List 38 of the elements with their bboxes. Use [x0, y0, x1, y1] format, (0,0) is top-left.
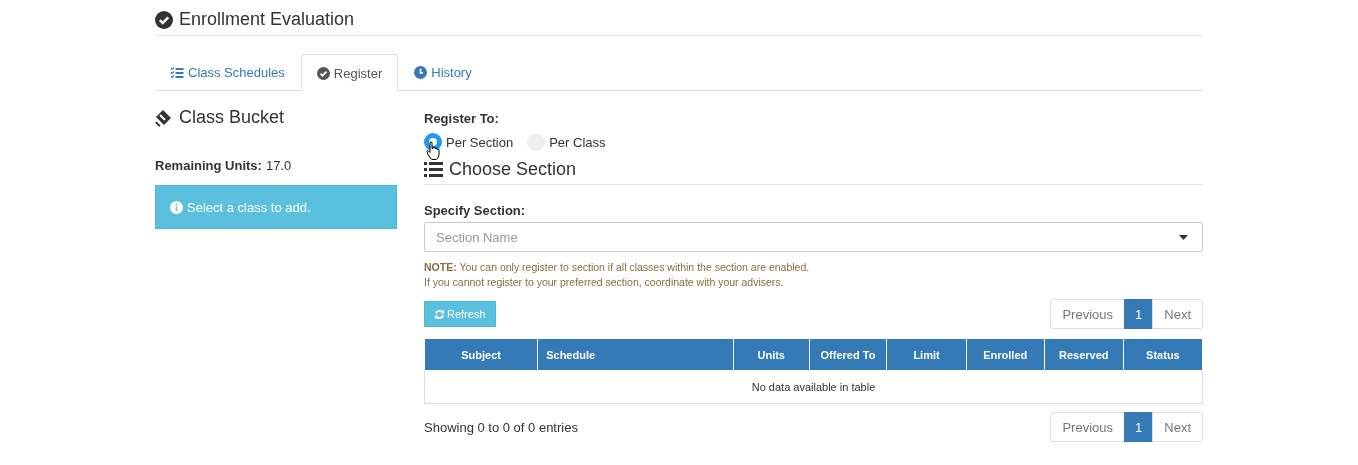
hand-cursor-icon [426, 141, 440, 160]
column-header: Subject [424, 338, 538, 371]
column-header: Status [1123, 338, 1203, 371]
column-header: Enrolled [966, 338, 1045, 371]
column-header: Schedule [537, 338, 734, 371]
tab[interactable]: History [398, 54, 488, 90]
tab[interactable]: Class Schedules [155, 54, 301, 90]
entries-info: Showing 0 to 0 of 0 entries [424, 419, 578, 435]
pagination-button[interactable]: 1 [1124, 412, 1154, 442]
dropdown-placeholder: Section Name [436, 229, 518, 245]
pagination-button[interactable]: 1 [1124, 299, 1154, 329]
page-title: Enrollment Evaluation [179, 9, 355, 30]
paint-bucket-icon [155, 108, 173, 127]
section-heading: Choose Section [449, 159, 577, 180]
remaining-units-value: 17.0 [265, 158, 292, 173]
check-circle-icon [155, 10, 173, 29]
column-header: Offered To [809, 338, 887, 371]
clock-icon [414, 66, 428, 79]
list-icon [424, 161, 443, 178]
remaining-units-label: Remaining Units: [155, 158, 262, 173]
section-dropdown[interactable]: Section Name [424, 222, 1203, 252]
note-text: If you cannot register to your preferred section, coordinate with your advisers. [424, 275, 785, 290]
tab[interactable]: Register [300, 54, 399, 91]
section-heading: Class Bucket [179, 107, 285, 128]
caret-icon [1179, 234, 1188, 240]
column-header: Reserved [1044, 338, 1124, 371]
empty-table-message: No data available in table [424, 370, 1203, 404]
checklist-icon [171, 66, 184, 79]
radio-option[interactable]: Per Class [527, 133, 606, 151]
info-icon [170, 200, 183, 214]
register-to-label: Register To: [424, 111, 500, 126]
check-circle-icon [316, 66, 330, 80]
alert-text: Select a class to add. [187, 199, 311, 215]
column-header: Units [733, 338, 810, 371]
column-header: Limit [886, 338, 967, 371]
field-label: Specify Section: [424, 203, 527, 218]
note-text: NOTE: You can only register to section if all classes within the section are enabled. [424, 260, 811, 275]
refresh-icon [434, 308, 445, 320]
